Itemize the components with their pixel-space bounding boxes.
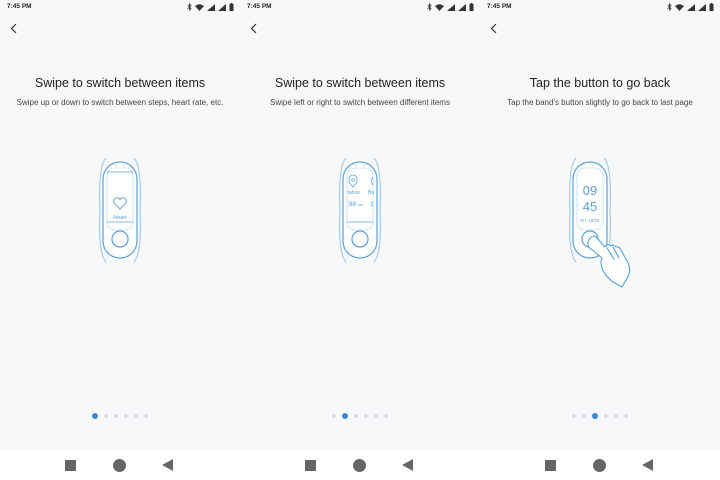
back-button[interactable]	[486, 20, 502, 36]
page-dot	[624, 414, 628, 418]
signal-icon	[218, 3, 226, 11]
page-subtitle: Swipe left or right to switch between di…	[270, 98, 450, 107]
hand-pointer-icon	[587, 235, 631, 288]
signal-icon	[447, 3, 455, 11]
status-icons	[667, 2, 714, 12]
battery-icon	[469, 3, 474, 11]
page-dot	[114, 414, 118, 418]
recent-apps-icon[interactable]	[545, 460, 556, 471]
page-dot	[354, 414, 358, 418]
page-dot	[614, 414, 618, 418]
page-dot	[332, 414, 336, 418]
signal-icon	[458, 3, 466, 11]
band-left-label: tance	[348, 190, 360, 196]
page-dot	[144, 414, 148, 418]
wifi-icon	[435, 3, 444, 11]
chevron-left-icon	[10, 23, 17, 33]
tutorial-screen-1[interactable]: 7:45 PM Swipe to switch between items Sw…	[0, 0, 240, 450]
back-icon[interactable]	[162, 459, 173, 471]
status-icons	[187, 2, 234, 12]
status-bar: 7:45 PM	[480, 0, 720, 14]
battery-icon	[229, 3, 234, 11]
band-time-hour: 09	[583, 183, 597, 198]
tutorial-screen-2[interactable]: 7:45 PM Swipe to switch between items Sw…	[240, 0, 480, 450]
bluetooth-icon	[187, 3, 192, 11]
recent-apps-icon[interactable]	[65, 460, 76, 471]
band-illustration: Heart	[0, 150, 240, 300]
signal-icon	[207, 3, 215, 11]
page-dot	[604, 414, 608, 418]
page-indicator	[240, 413, 480, 419]
page-dot	[374, 414, 378, 418]
tutorial-screens: 7:45 PM Swipe to switch between items Sw…	[0, 0, 720, 450]
signal-icon	[698, 3, 706, 11]
page-indicator	[480, 413, 720, 419]
band-date: Fri. 10/24	[580, 218, 600, 223]
band-illustration: 09 45 Fri. 10/24	[480, 150, 720, 300]
band-illustration: tance Bu .98 km 1	[240, 150, 480, 300]
signal-icon	[687, 3, 695, 11]
recent-apps-icon[interactable]	[305, 460, 316, 471]
page-dot	[134, 414, 138, 418]
page-dot-active	[342, 413, 348, 419]
page-subtitle: Swipe up or down to switch between steps…	[16, 98, 224, 107]
band-right-value: 1	[370, 201, 374, 208]
page-title: Swipe to switch between items	[34, 76, 206, 90]
status-time: 7:45 PM	[247, 3, 272, 10]
back-icon[interactable]	[642, 459, 653, 471]
nav-group	[480, 450, 720, 480]
back-button[interactable]	[6, 20, 22, 36]
page-dot-active	[92, 413, 98, 419]
home-icon[interactable]	[353, 459, 366, 472]
home-icon[interactable]	[113, 459, 126, 472]
page-title: Swipe to switch between items	[274, 76, 446, 90]
status-icons	[427, 2, 474, 12]
wifi-icon	[675, 3, 684, 11]
page-indicator	[0, 413, 240, 419]
navigation-bar	[0, 450, 720, 480]
bluetooth-icon	[427, 3, 432, 11]
chevron-left-icon	[250, 23, 257, 33]
band-left-unit: km	[358, 203, 363, 207]
chevron-left-icon	[490, 23, 497, 33]
status-time: 7:45 PM	[487, 3, 512, 10]
band-right-label: Bu	[368, 190, 374, 196]
page-dot	[104, 414, 108, 418]
page-dot	[572, 414, 576, 418]
bluetooth-icon	[667, 3, 672, 11]
page-subtitle: Tap the band's button slightly to go bac…	[507, 98, 693, 107]
nav-group	[240, 450, 480, 480]
page-title: Tap the button to go back	[529, 76, 671, 90]
home-icon[interactable]	[593, 459, 606, 472]
tutorial-screen-3[interactable]: 7:45 PM Tap the button to go back Tap th…	[480, 0, 720, 450]
band-label-heart: Heart	[113, 215, 127, 221]
nav-group	[0, 450, 240, 480]
band-time-minute: 45	[583, 199, 597, 214]
page-dot	[124, 414, 128, 418]
page-dot	[582, 414, 586, 418]
page-dot-active	[592, 413, 598, 419]
back-button[interactable]	[246, 20, 262, 36]
status-time: 7:45 PM	[7, 3, 32, 10]
status-bar: 7:45 PM	[0, 0, 240, 14]
back-icon[interactable]	[402, 459, 413, 471]
page-dot	[364, 414, 368, 418]
battery-icon	[709, 3, 714, 11]
band-left-value: .98	[347, 201, 356, 208]
wifi-icon	[195, 3, 204, 11]
status-bar: 7:45 PM	[240, 0, 480, 14]
page-dot	[384, 414, 388, 418]
